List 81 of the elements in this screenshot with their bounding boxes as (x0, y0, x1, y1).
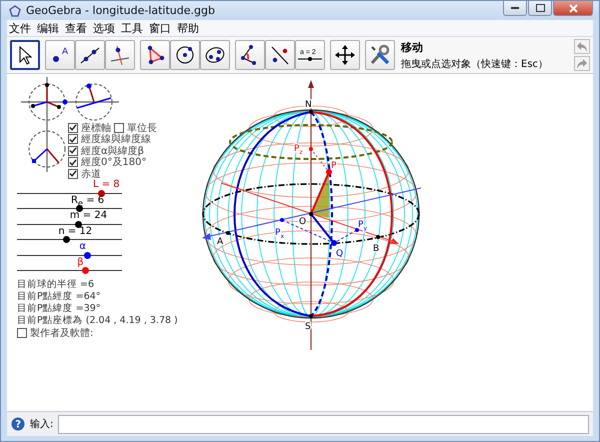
checkbox[interactable] (114, 122, 124, 133)
point[interactable] (226, 231, 230, 235)
menu-item[interactable]: 编辑 (37, 20, 59, 36)
checkbox[interactable] (68, 146, 78, 156)
undo-icon (576, 40, 588, 52)
menu-item[interactable]: 文件 (9, 20, 31, 36)
ellipse-icon (204, 44, 226, 66)
menu-item[interactable]: 工具 (121, 20, 143, 36)
checkbox-label: 赤道 (81, 168, 101, 180)
slider-thumb[interactable] (98, 190, 105, 196)
slider-label: L = 8 (93, 180, 120, 190)
point[interactable] (331, 240, 337, 246)
checkbox[interactable] (68, 122, 78, 133)
slider-label: n = 12 (58, 226, 92, 236)
slider-label: m = 24 (70, 211, 108, 221)
point[interactable] (376, 235, 380, 239)
checkbox-label: 製作者及軟體: (30, 326, 94, 340)
info-text: 目前P點經度 =64° (17, 291, 102, 303)
minimize-icon (511, 7, 519, 9)
circle-icon (174, 44, 196, 66)
slider-label: β (77, 258, 84, 268)
reflection-icon (269, 44, 291, 66)
checkbox-label: 經度α與緯度β (81, 144, 144, 157)
checkbox-label: 經度0°及180° (81, 156, 146, 168)
tool-button[interactable] (140, 40, 170, 70)
tool-button[interactable] (265, 40, 295, 70)
checkbox[interactable] (68, 134, 78, 144)
point-label: P$_{x}$ (275, 228, 284, 240)
checkbox[interactable] (17, 328, 27, 338)
close-button[interactable] (553, 1, 593, 16)
slider-thumb[interactable] (63, 236, 70, 243)
tool-button[interactable] (235, 40, 265, 70)
menu-item[interactable]: 帮助 (177, 20, 199, 36)
maximize-button[interactable] (528, 1, 552, 16)
menu-item[interactable]: 选项 (93, 20, 115, 36)
help-icon[interactable]: ? (11, 417, 25, 431)
maximize-icon (536, 4, 544, 12)
perpendicular-line-icon (109, 44, 131, 66)
point-label: S (305, 322, 311, 332)
slider-thumb[interactable] (82, 267, 90, 274)
point[interactable] (309, 110, 313, 114)
tool-button[interactable] (75, 40, 105, 70)
point-label: O (299, 217, 306, 227)
menu-item[interactable]: 查看 (65, 20, 87, 36)
slider-thumb[interactable] (74, 220, 82, 228)
tool-button[interactable] (330, 40, 360, 70)
info-text: 目前P點座標為 (2.04 , 4.19 , 3.78 ) (17, 315, 179, 327)
info-text: 目前P點緯度 =39° (17, 303, 102, 315)
menu-item[interactable]: 窗口 (149, 20, 171, 36)
info-text: 目前球的半徑 =6 (17, 279, 96, 291)
point[interactable] (355, 228, 359, 232)
checkbox[interactable] (68, 168, 78, 179)
redo-icon (576, 58, 588, 70)
window-title: GeoGebra - longitude-latitude.ggb (26, 4, 215, 17)
checkbox[interactable] (68, 157, 78, 168)
checkbox-label: 經度線與緯度線 (81, 132, 151, 146)
tool-button[interactable] (170, 40, 200, 70)
tool-help-text: 拖曳或点选对象（快速键：Esc） (401, 58, 548, 70)
checkbox-label: 單位長 (127, 122, 157, 134)
slider-label: α (79, 242, 86, 252)
tool-button[interactable] (10, 40, 40, 70)
tool-name: 移动 (401, 40, 424, 54)
checkbox-label: 座標軸 (81, 122, 111, 134)
tools-icon (368, 43, 392, 67)
input-label: 输入: (30, 418, 54, 431)
tool-button[interactable] (200, 40, 230, 70)
point-label: Q (336, 249, 344, 259)
slider-thumb[interactable] (76, 205, 83, 212)
slider-thumb[interactable] (84, 252, 92, 258)
move-arrows-icon (334, 44, 356, 66)
minimize-button[interactable] (503, 1, 527, 16)
redo-button[interactable] (574, 56, 590, 71)
close-icon (568, 4, 578, 12)
pentagon-icon (9, 4, 21, 16)
point[interactable] (309, 212, 313, 216)
input-field[interactable] (58, 414, 589, 434)
point[interactable] (309, 314, 313, 318)
point[interactable] (280, 218, 284, 222)
point-label: P (331, 161, 336, 171)
tool-button[interactable] (105, 40, 135, 70)
undo-button[interactable] (574, 39, 590, 54)
